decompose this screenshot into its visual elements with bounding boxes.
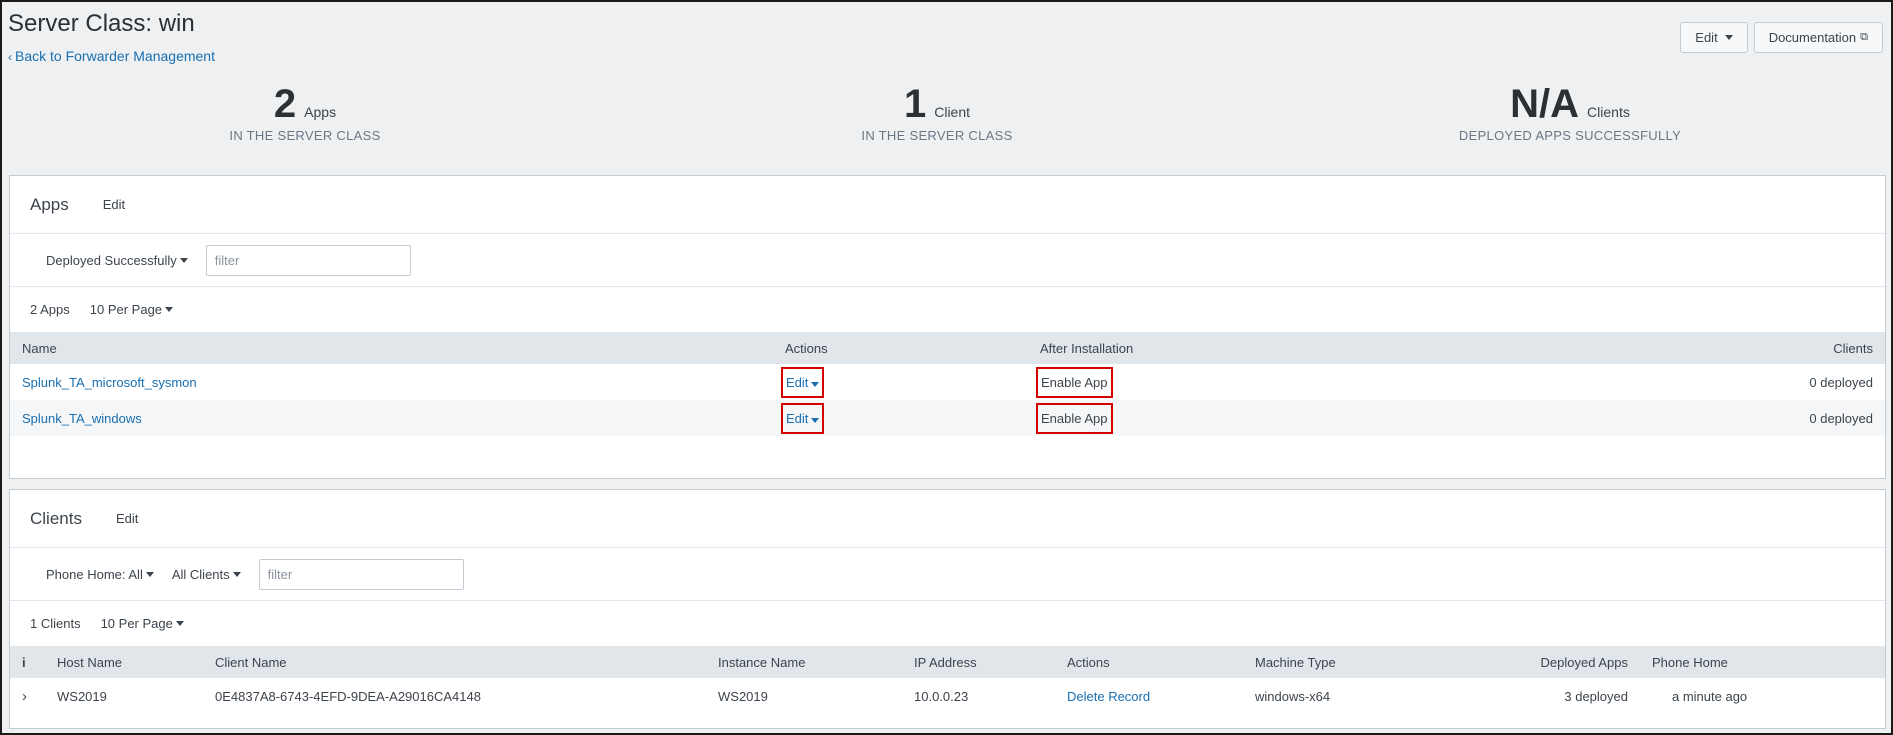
instance-name: WS2019 — [718, 688, 768, 704]
column-clients[interactable]: Clients — [1518, 332, 1885, 364]
column-after-installation[interactable]: After Installation — [1028, 332, 1519, 364]
info-icon: i — [10, 646, 45, 678]
column-machine-type[interactable]: Machine Type — [1243, 646, 1458, 678]
clients-filter-row: Phone Home: All All Clients — [10, 548, 1885, 601]
client-name: 0E4837A8-6743-4EFD-9DEA-A29016CA4148 — [215, 688, 481, 704]
delete-record-link[interactable]: Delete Record — [1067, 689, 1150, 704]
after-installation-value: Enable App — [1036, 366, 1113, 398]
deployed-apps: 3 deployed — [1564, 688, 1628, 704]
table-row: › WS2019 0E4837A8-6743-4EFD-9DEA-A29016C… — [10, 678, 1885, 714]
apps-panel: Apps Edit Deployed Successfully 2 Apps 1… — [9, 175, 1886, 479]
stat-deployed: N/A Clients DEPLOYED APPS SUCCESSFULLY — [1458, 82, 1682, 143]
page-title: Server Class: win — [8, 10, 195, 37]
chevron-left-icon: ‹ — [8, 50, 12, 64]
apps-panel-header: Apps Edit — [10, 176, 1885, 234]
all-clients-dropdown[interactable]: All Clients — [172, 567, 241, 582]
clients-filter-input[interactable] — [258, 558, 464, 590]
caret-down-icon — [232, 571, 241, 577]
phone-home-dropdown[interactable]: Phone Home: All — [46, 567, 154, 582]
clients-count: 1 Clients — [30, 616, 81, 631]
column-deployed-apps[interactable]: Deployed Apps — [1458, 646, 1640, 678]
app-edit-dropdown[interactable]: Edit — [781, 366, 825, 398]
table-row: Splunk_TA_windows Edit Enable App 0 depl… — [10, 400, 1885, 436]
after-installation-value: Enable App — [1036, 402, 1113, 434]
column-actions: Actions — [773, 332, 1028, 364]
clients-panel: Clients Edit Phone Home: All All Clients… — [9, 489, 1886, 729]
documentation-button[interactable]: Documentation ⧉ — [1753, 22, 1883, 53]
column-host-name[interactable]: Host Name — [45, 646, 203, 678]
external-link-icon: ⧉ — [1860, 31, 1868, 43]
apps-table: Name Actions After Installation Clients … — [10, 332, 1885, 436]
machine-type: windows-x64 — [1255, 688, 1331, 704]
host-name: WS2019 — [57, 688, 107, 704]
app-name-link[interactable]: Splunk_TA_microsoft_sysmon — [22, 375, 197, 390]
apps-count-row: 2 Apps 10 Per Page — [10, 287, 1885, 332]
caret-down-icon — [1724, 35, 1733, 40]
clients-per-page-dropdown[interactable]: 10 Per Page — [101, 616, 184, 631]
clients-edit-link[interactable]: Edit — [116, 511, 138, 526]
caret-down-icon — [175, 621, 184, 626]
clients-panel-header: Clients Edit — [10, 490, 1885, 548]
app-name-link[interactable]: Splunk_TA_windows — [22, 411, 142, 426]
caret-down-icon — [811, 381, 820, 387]
column-instance-name[interactable]: Instance Name — [706, 646, 902, 678]
apps-per-page-dropdown[interactable]: 10 Per Page — [90, 302, 174, 317]
clients-deployed: 0 deployed — [1518, 400, 1885, 436]
apps-count: 2 Apps — [30, 302, 70, 317]
caret-down-icon — [179, 257, 188, 263]
column-phone-home[interactable]: Phone Home — [1640, 646, 1885, 678]
stat-clients: 1 Client IN THE SERVER CLASS — [861, 82, 1013, 143]
column-actions: Actions — [1055, 646, 1243, 678]
deployed-status-dropdown[interactable]: Deployed Successfully — [46, 253, 188, 268]
column-ip-address[interactable]: IP Address — [902, 646, 1055, 678]
apps-filter-row: Deployed Successfully — [10, 234, 1885, 287]
column-name[interactable]: Name — [10, 332, 773, 364]
clients-count-row: 1 Clients 10 Per Page — [10, 601, 1885, 646]
apps-filter-input[interactable] — [205, 244, 411, 276]
clients-deployed: 0 deployed — [1809, 374, 1873, 390]
table-row: Splunk_TA_microsoft_sysmon Edit Enable A… — [10, 364, 1885, 400]
edit-dropdown-button[interactable]: Edit — [1680, 22, 1748, 53]
chevron-right-icon[interactable]: › — [22, 688, 27, 705]
top-buttons: Edit Documentation ⧉ — [1680, 22, 1883, 53]
caret-down-icon — [145, 571, 154, 577]
app-edit-dropdown[interactable]: Edit — [781, 402, 825, 434]
stat-apps: 2 Apps IN THE SERVER CLASS — [229, 82, 381, 143]
caret-down-icon — [165, 307, 174, 312]
apps-edit-link[interactable]: Edit — [103, 197, 125, 212]
phone-home: a minute ago — [1672, 688, 1748, 704]
clients-table: i Host Name Client Name Instance Name IP… — [10, 646, 1885, 714]
summary-stats: 2 Apps IN THE SERVER CLASS 1 Client IN THE… — [2, 82, 1891, 152]
caret-down-icon — [811, 417, 820, 423]
ip-address: 10.0.0.23 — [914, 688, 969, 704]
back-link[interactable]: ‹ Back to Forwarder Management — [8, 48, 215, 64]
column-client-name[interactable]: Client Name — [203, 646, 706, 678]
